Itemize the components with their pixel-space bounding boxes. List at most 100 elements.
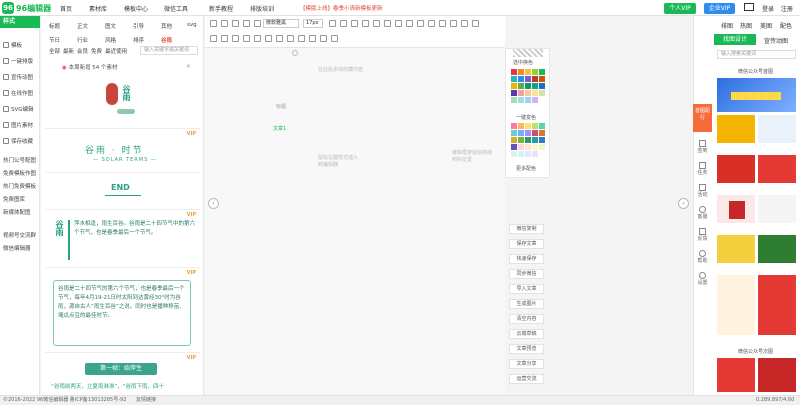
color-swatch[interactable] (532, 144, 538, 150)
tab-image-text[interactable]: 图文 (105, 22, 116, 30)
material-card-2[interactable]: VIP 谷雨 · 时节 — SOLAR TERMS — (45, 129, 200, 173)
side-checkin[interactable]: 签到 (693, 140, 712, 154)
material-card-6[interactable]: VIP 第一帧：始萍生 “谷雨前两天，立夏雨淋淋”，“谷雨下雨，四十 (45, 353, 200, 395)
import-article-button[interactable]: 导入文章 (509, 284, 544, 294)
video-icon[interactable] (232, 35, 239, 42)
color-swatch[interactable] (532, 137, 538, 143)
material-card-4[interactable]: VIP 谷雨 萍水相逢，雨生百谷。谷雨是二十四节气中的第六个节气，也是春季最后一… (45, 210, 200, 268)
font-family-select[interactable]: 微软雅黑 (263, 19, 299, 28)
side-cover-promo[interactable]: 首图配行 (693, 104, 712, 132)
login-link[interactable]: 登录 (762, 4, 774, 13)
indent-icon[interactable] (439, 20, 446, 27)
nav-templates[interactable]: 模板中心 (124, 4, 148, 13)
side-events[interactable]: 活动 (693, 184, 712, 198)
material-card-1[interactable]: 谷雨 (45, 73, 200, 129)
color-swatch[interactable] (525, 151, 531, 157)
preview-icon[interactable] (309, 35, 316, 42)
template-thumb-11[interactable] (758, 275, 796, 335)
sidebar-link-free-gallery[interactable]: 免费图库 (0, 195, 40, 203)
tab-other[interactable]: 其他 (161, 22, 172, 30)
emoji-icon[interactable] (265, 35, 272, 42)
sidebar-link-free-template-design[interactable]: 免费模板作图 (0, 169, 40, 177)
quick-save-button[interactable]: 快速保存 (509, 254, 544, 264)
filter-all[interactable]: 全部 (49, 47, 60, 55)
link-icon[interactable] (210, 35, 217, 42)
sidebar-link-video-group[interactable]: 视频号交流群 (0, 231, 40, 239)
color-swatch[interactable] (511, 130, 517, 136)
template-thumb-6[interactable] (717, 195, 755, 223)
top-notice[interactable]: 【模版上线】春季小清新模板更新 (300, 4, 383, 12)
color-swatch[interactable] (511, 151, 517, 157)
align-left-icon[interactable] (395, 20, 402, 27)
filter-latest[interactable]: 最新 (63, 47, 74, 55)
nav-home[interactable]: 首页 (60, 4, 72, 13)
sidebar-item-online-design[interactable]: 在线作图 (0, 89, 40, 97)
tab-body[interactable]: 正文 (77, 22, 88, 30)
color-swatch[interactable] (511, 83, 517, 89)
align-justify-icon[interactable] (428, 20, 435, 27)
color-swatch[interactable] (539, 130, 545, 136)
code-icon[interactable] (320, 35, 327, 42)
color-swatch[interactable] (525, 76, 531, 82)
sidebar-item-favorites[interactable]: 保存收藏 (0, 137, 40, 145)
redo-icon[interactable] (221, 20, 228, 27)
color-swatch[interactable] (525, 97, 531, 103)
bg-color-icon[interactable] (384, 20, 391, 27)
color-swatch[interactable] (511, 137, 517, 143)
side-feedback[interactable]: 反馈 (693, 228, 712, 242)
color-swatch[interactable] (518, 123, 524, 129)
template-thumb-2[interactable] (717, 115, 755, 143)
template-thumb-5[interactable] (758, 155, 796, 183)
color-swatch[interactable] (539, 144, 545, 150)
color-swatch[interactable] (518, 151, 524, 157)
color-swatch[interactable] (511, 144, 517, 150)
article-share-button[interactable]: 文章分享 (509, 359, 544, 369)
strikethrough-icon[interactable] (362, 20, 369, 27)
color-swatch[interactable] (532, 90, 538, 96)
nav-training[interactable]: 排版培训 (250, 4, 274, 13)
mail-icon[interactable] (744, 3, 754, 11)
image-insert-icon[interactable] (221, 35, 228, 42)
color-swatch[interactable] (511, 69, 517, 75)
side-settings[interactable]: 设置 (693, 272, 712, 286)
color-label-more[interactable]: 更多配色 (516, 165, 536, 172)
tab-festival[interactable]: 节日 (49, 36, 60, 44)
settings-dot-icon[interactable] (292, 50, 298, 56)
material-search-input[interactable]: 输入关键字或关键词 (140, 46, 198, 55)
nav-tutorial[interactable]: 新手教程 (209, 4, 233, 13)
transparent-swatch[interactable] (513, 49, 543, 57)
color-swatch[interactable] (518, 76, 524, 82)
color-swatch[interactable] (518, 144, 524, 150)
nav-wechat-tools[interactable]: 微信工具 (164, 4, 188, 13)
color-swatch[interactable] (511, 76, 517, 82)
sidebar-link-wechat-editor[interactable]: 微信编辑器 (0, 244, 40, 252)
color-swatch[interactable] (525, 137, 531, 143)
color-swatch[interactable] (518, 90, 524, 96)
tab-guide[interactable]: 引导 (133, 22, 144, 30)
filter-member[interactable]: 会员 (77, 47, 88, 55)
audio-icon[interactable] (243, 35, 250, 42)
right-tab-layout[interactable]: 排图 (721, 21, 733, 30)
logo[interactable]: 96 96编辑器 (2, 2, 51, 14)
operations-chat-button[interactable]: 运营交流 (509, 374, 544, 384)
color-swatch[interactable] (525, 83, 531, 89)
clear-content-button[interactable]: 清空内容 (509, 314, 544, 324)
filter-recent[interactable]: 最近使用 (105, 47, 127, 55)
template-thumb-7[interactable] (758, 195, 796, 223)
color-swatch[interactable] (539, 137, 545, 143)
color-swatch[interactable] (518, 137, 524, 143)
color-swatch[interactable] (539, 76, 545, 82)
right-tab-colors[interactable]: 配色 (780, 21, 792, 30)
letter-spacing-icon[interactable] (472, 20, 479, 27)
sidebar-item-gif[interactable]: 宣传动图 (0, 73, 40, 81)
template-thumb-9[interactable] (758, 235, 796, 263)
color-swatch[interactable] (518, 69, 524, 75)
color-swatch[interactable] (539, 123, 545, 129)
tab-industry[interactable]: 行业 (77, 36, 88, 44)
color-swatch[interactable] (532, 123, 538, 129)
save-article-button[interactable]: 保存文章 (509, 239, 544, 249)
nav-materials[interactable]: 素材库 (89, 4, 107, 13)
color-swatch[interactable] (532, 97, 538, 103)
color-swatch[interactable] (539, 90, 545, 96)
tab-style[interactable]: 风格 (105, 36, 116, 44)
